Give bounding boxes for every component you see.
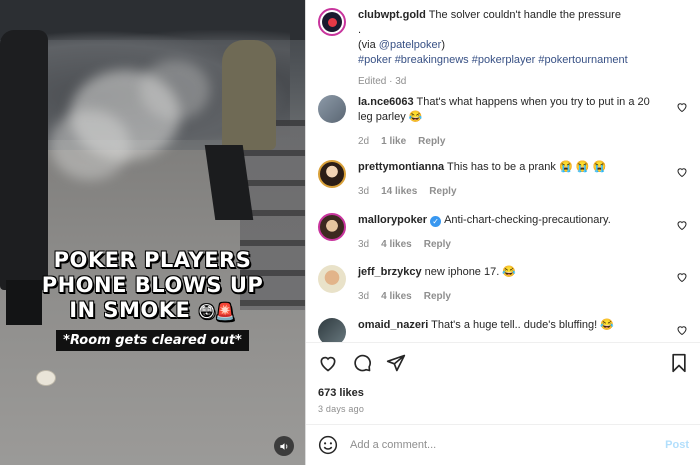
heart-icon[interactable] — [676, 324, 688, 336]
post-comment-button[interactable]: Post — [665, 439, 689, 451]
comment-text: Anti-chart-checking-precautionary. — [444, 214, 611, 226]
commenter-username[interactable]: mallorypoker — [358, 214, 427, 226]
heart-icon[interactable] — [676, 219, 688, 231]
commenter-avatar[interactable] — [318, 265, 346, 293]
video-sub-caption: *Room gets cleared out* — [56, 330, 249, 351]
post-side-panel: clubwpt.gold The solver couldn't handle … — [305, 0, 700, 465]
video-caption: POKER PLAYERS PHONE BLOWS UP IN SMOKE 😳🚨… — [0, 248, 305, 351]
commenter-avatar[interactable] — [318, 95, 346, 123]
commenter-avatar[interactable] — [318, 160, 346, 188]
commenter-username[interactable]: prettymontianna — [358, 161, 444, 173]
edited-label: Edited · 3d — [358, 76, 407, 87]
reply-button[interactable]: Reply — [424, 237, 451, 252]
video-caption-line: POKER PLAYERS — [53, 248, 252, 272]
caption-text: The solver couldn't handle the pressure — [428, 9, 621, 21]
commenter-username[interactable]: omaid_nazeri — [358, 319, 428, 331]
comment-likes[interactable]: 14 likes — [381, 184, 417, 199]
caption-via: (via @patelpoker) — [358, 38, 628, 53]
post-time: 3 days ago — [318, 404, 365, 414]
comment-item: la.nce6063 That's what happens when you … — [318, 95, 696, 149]
comment-item: prettymontianna This has to be a prank 😭… — [318, 160, 696, 199]
comment-age: 3d — [358, 291, 370, 302]
reply-button[interactable]: Reply — [418, 134, 445, 149]
author-avatar[interactable] — [318, 8, 346, 36]
likes-count[interactable]: 673 likes — [318, 387, 364, 399]
post-actions: 673 likes 3 days ago — [306, 342, 700, 422]
comment-bubble-icon — [354, 354, 371, 372]
author-username[interactable]: clubwpt.gold — [358, 9, 426, 21]
emoji-smile-icon[interactable] — [318, 435, 338, 455]
post-video[interactable]: POKER PLAYERS PHONE BLOWS UP IN SMOKE 😳🚨… — [0, 0, 305, 465]
video-smoke — [140, 60, 210, 120]
video-caption-line: PHONE BLOWS UP — [41, 273, 264, 297]
comment-likes[interactable]: 4 likes — [381, 289, 412, 304]
comment-likes[interactable]: 1 like — [381, 134, 406, 149]
video-person-center — [222, 40, 276, 150]
heart-icon[interactable] — [676, 101, 688, 113]
comment-item: jeff_brzykcy new iphone 17. 😂 3d 4 likes R… — [318, 265, 696, 304]
comment-age: 3d — [358, 239, 370, 250]
sound-toggle-button[interactable] — [274, 436, 294, 456]
comment-button[interactable] — [352, 353, 372, 373]
share-button[interactable] — [386, 353, 406, 373]
hashtags[interactable]: #poker #breakingnews #pokerplayer #poker… — [358, 53, 628, 68]
comment-text: This has to be a prank 😭 😭 😭 — [447, 161, 607, 173]
comment-age: 3d — [358, 186, 370, 197]
comment-text: That's a huge tell.. dude's bluffing! 😂 — [431, 319, 614, 331]
reply-button[interactable]: Reply — [429, 184, 456, 199]
mention-link[interactable]: @patelpoker — [379, 39, 442, 51]
video-smoke — [50, 110, 130, 180]
poker-chip — [36, 370, 56, 386]
comments-list[interactable]: clubwpt.gold The solver couldn't handle … — [306, 0, 700, 342]
comment-age: 2d — [358, 136, 370, 147]
bookmark-icon[interactable] — [669, 353, 689, 373]
add-comment-bar: Post — [306, 424, 700, 465]
post-caption: clubwpt.gold The solver couldn't handle … — [318, 8, 688, 89]
speaker-icon — [279, 442, 287, 450]
heart-icon[interactable] — [676, 166, 688, 178]
video-caption-emoji: 😳🚨 — [198, 302, 236, 321]
reply-button[interactable]: Reply — [424, 289, 451, 304]
paper-plane-icon — [386, 354, 406, 372]
comment-item: omaid_nazeri That's a huge tell.. dude's… — [318, 318, 696, 342]
caption-dot: . — [358, 24, 362, 36]
commenter-username[interactable]: la.nce6063 — [358, 96, 414, 108]
commenter-username[interactable]: jeff_brzykcy — [358, 266, 422, 278]
heart-icon — [320, 356, 336, 372]
video-caption-line-text: IN SMOKE — [69, 298, 191, 322]
commenter-avatar[interactable] — [318, 213, 346, 241]
like-button[interactable] — [318, 353, 338, 373]
heart-icon[interactable] — [676, 271, 688, 283]
verified-badge-icon: ✓ — [430, 216, 442, 227]
comment-text: new iphone 17. 😂 — [424, 266, 517, 278]
caption-via-prefix: (via — [358, 39, 379, 51]
commenter-avatar[interactable] — [318, 318, 346, 342]
comment-input[interactable] — [350, 439, 650, 451]
comment-likes[interactable]: 4 likes — [381, 237, 412, 252]
caption-via-suffix: ) — [441, 39, 445, 51]
comment-item: mallorypoker ✓ Anti-chart-checking-precaut… — [318, 213, 696, 252]
video-caption-line: IN SMOKE 😳🚨 — [0, 298, 305, 324]
